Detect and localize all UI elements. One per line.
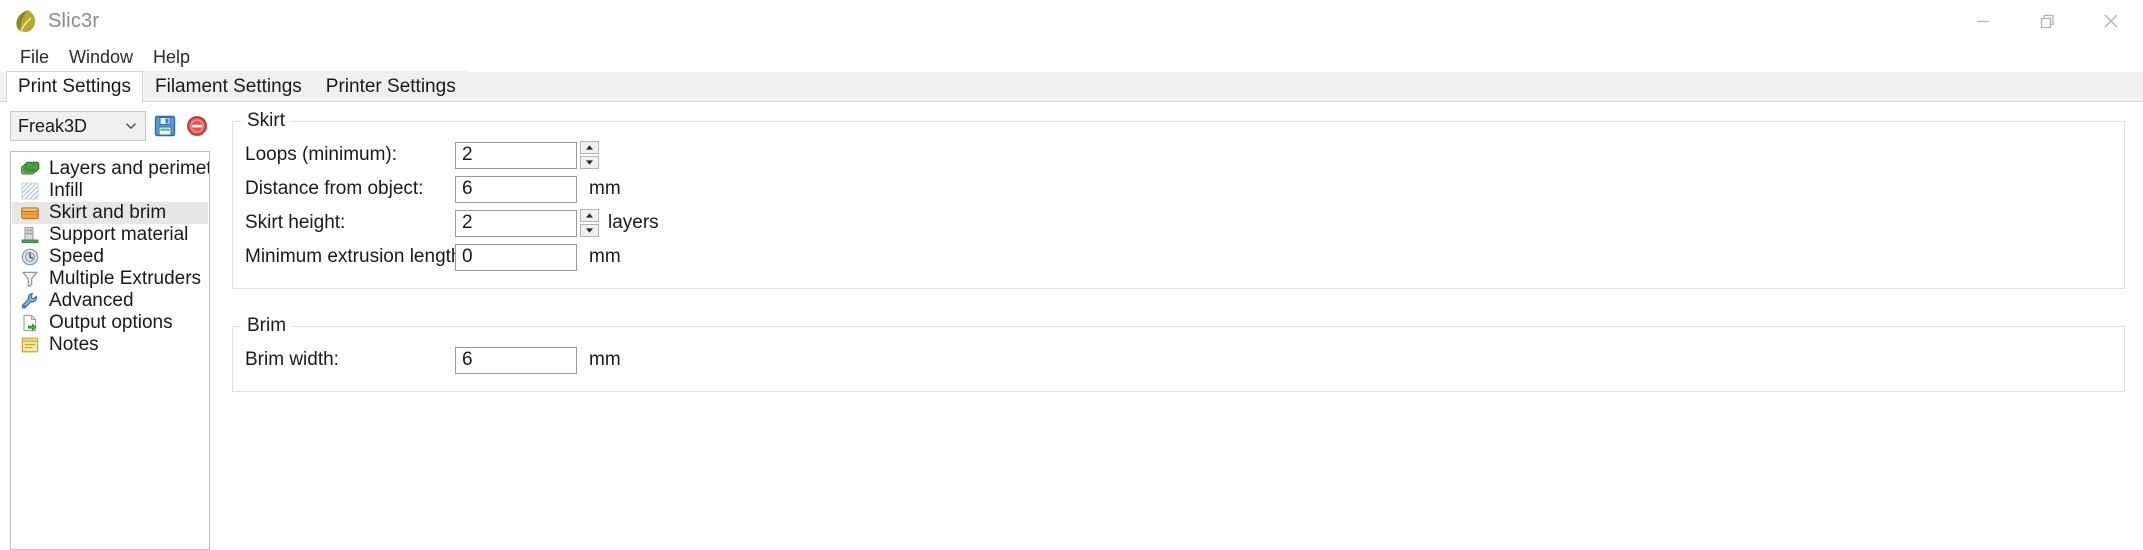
field-label: Minimum extrusion length: [245,246,467,267]
field-label: Brim width: [245,349,339,370]
field-row-skirt-height: Skirt height: 2 layers [233,206,2124,240]
slic3r-leaf-icon [16,10,36,33]
title-bar: Slic3r [0,0,2143,42]
sidebar-item-infill[interactable]: Infill [12,180,208,202]
tab-printer-settings[interactable]: Printer Settings [313,71,468,101]
sidebar-item-label: Speed [49,246,104,267]
restore-icon [2040,14,2054,29]
minimum-extrusion-length-input[interactable]: 0 [455,243,577,271]
stepper-down-button[interactable] [580,224,599,237]
menu-item-help[interactable]: Help [143,45,200,70]
floppy-disk-save-icon [154,115,176,137]
stepper-down-button[interactable] [580,156,599,169]
notes-icon [21,337,39,353]
caret-down-icon [586,160,593,165]
sidebar-item-support-material[interactable]: Support material [12,224,208,246]
loops-minimum-input[interactable]: 2 [455,141,577,169]
preset-select-value: Freak3D [18,115,88,136]
sidebar-item-multiple-extruders[interactable]: Multiple Extruders [12,268,208,290]
preset-select[interactable]: Freak3D [10,111,146,141]
wrench-icon [21,293,38,309]
left-pane: Freak3D Layers and perime Infill Skirt a… [0,110,218,550]
field-unit: layers [608,212,659,233]
chevron-down-icon [126,123,136,129]
save-preset-button[interactable] [152,113,178,139]
tab-print-settings[interactable]: Print Settings [6,71,143,102]
speed-clock-icon [21,248,39,266]
sidebar-item-label: Multiple Extruders [49,268,202,289]
menu-item-file[interactable]: File [10,45,59,70]
sidebar-item-label: Layers and perimeters [49,158,209,179]
sidebar-item-advanced[interactable]: Advanced [12,290,208,312]
delete-preset-button[interactable] [184,113,210,139]
output-document-icon [23,314,37,332]
tab-strip: Print Settings Filament Settings Printer… [0,71,2143,102]
field-label: Skirt height: [245,212,346,233]
tab-filament-settings[interactable]: Filament Settings [143,71,314,101]
stepper-up-button[interactable] [580,141,599,154]
field-label: Loops (minimum): [245,144,398,165]
content-area: Freak3D Layers and perime Infill Skirt a… [0,102,2143,550]
field-unit: mm [589,246,621,267]
window-controls [1951,0,2143,42]
remove-circle-icon [187,116,207,136]
sidebar-item-label: Output options [49,312,173,333]
sidebar-item-label: Infill [49,180,83,201]
sidebar-item-label: Advanced [49,290,134,311]
layers-icon [21,161,40,175]
close-button[interactable] [2079,0,2143,42]
settings-nav-list[interactable]: Layers and perimeters Infill [10,151,210,550]
stepper-up-button[interactable] [580,209,599,222]
slic3r-window: Slic3r File Window Help Print Settings F… [0,0,2143,550]
field-row-loops-minimum: Loops (minimum): 2 [233,138,2124,172]
caret-down-icon [586,228,593,233]
caret-up-icon [586,145,593,150]
sidebar-item-speed[interactable]: Speed [12,246,208,268]
preset-row: Freak3D [10,110,210,142]
menu-bar: File Window Help [0,42,2143,72]
brim-width-input[interactable]: 6 [455,346,577,374]
group-skirt: Skirt Loops (minimum): 2 Distance from o… [232,110,2125,289]
field-unit: mm [589,349,621,370]
field-row-minimum-extrusion-length: Minimum extrusion length: 0 mm [233,240,2124,274]
loops-minimum-stepper[interactable] [580,141,599,169]
window-title: Slic3r [48,9,100,32]
field-row-distance-from-object: Distance from object: 6 mm [233,172,2124,206]
minimize-button[interactable] [1951,0,2015,42]
funnel-icon [22,271,38,287]
field-unit: mm [589,178,621,199]
skirt-box-icon [21,207,39,220]
restore-button[interactable] [2015,0,2079,42]
field-label: Distance from object: [245,178,424,199]
support-material-icon [21,227,39,244]
settings-pane: Skirt Loops (minimum): 2 Distance from o… [218,110,2143,550]
sidebar-item-skirt-and-brim[interactable]: Skirt and brim [12,202,208,224]
sidebar-item-notes[interactable]: Notes [12,334,208,356]
group-brim-title: Brim [247,315,287,336]
field-row-brim-width: Brim width: 6 mm [233,343,2124,377]
group-skirt-title: Skirt [247,110,285,131]
caret-up-icon [586,213,593,218]
skirt-height-stepper[interactable] [580,209,599,237]
sidebar-item-label: Support material [49,224,189,245]
sidebar-item-label: Notes [49,334,99,355]
group-brim: Brim Brim width: 6 mm [232,315,2125,392]
menu-item-window[interactable]: Window [59,45,143,70]
skirt-height-input[interactable]: 2 [455,209,577,237]
infill-hatch-icon [21,182,39,200]
sidebar-item-label: Skirt and brim [49,202,167,223]
sidebar-item-output-options[interactable]: Output options [12,312,208,334]
distance-from-object-input[interactable]: 6 [455,175,577,203]
close-icon [2104,14,2118,28]
minimize-icon [1977,20,1989,23]
sidebar-item-layers-and-perimeters[interactable]: Layers and perimeters [12,158,209,180]
